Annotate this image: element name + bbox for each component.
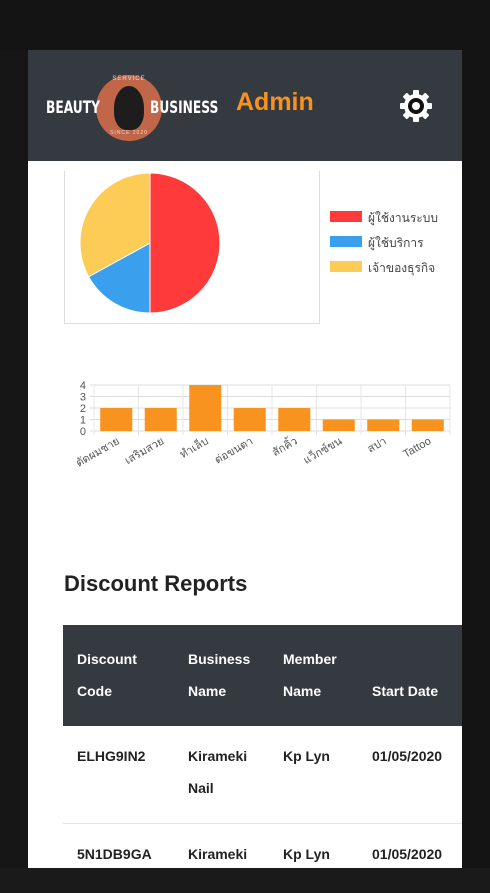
bar[interactable] <box>367 419 400 432</box>
table-row[interactable]: ELHG9IN2 Kirameki Nail Kp Lyn 01/05/2020 <box>63 726 462 824</box>
discount-reports-title: Discount Reports <box>64 571 248 596</box>
app-header: SERVICE SINCE 2020 BEAUTY BUSINESS Admin <box>28 50 462 161</box>
legend-swatch <box>330 211 362 222</box>
bar[interactable] <box>278 408 311 431</box>
pie-slice-1[interactable] <box>149 172 221 314</box>
header-member-name: Member Name <box>283 651 337 699</box>
bar[interactable] <box>411 419 444 432</box>
table-row[interactable]: 5N1DB9GA Kirameki Kp Lyn 01/05/2020 <box>63 824 462 868</box>
x-tick-label: Tattoo <box>401 435 433 460</box>
x-tick-label: แว็กซ์ขน <box>300 433 344 467</box>
cell-business-name: Kirameki Nail <box>188 748 248 796</box>
x-tick-label: ตัดผมชาย <box>74 435 122 469</box>
device-bezel-right <box>460 50 490 893</box>
header-start-date: Start Date <box>372 683 439 699</box>
logo-tagline-top: SERVICE <box>112 76 146 82</box>
bar[interactable] <box>100 408 133 431</box>
y-tick-label: 4 <box>80 380 86 392</box>
bar[interactable] <box>233 408 266 431</box>
gear-icon[interactable] <box>398 88 434 124</box>
bar[interactable] <box>144 408 177 431</box>
legend-swatch <box>330 261 362 272</box>
header-business-name: Business Name <box>188 651 251 699</box>
beauty-business-logo[interactable]: SERVICE SINCE 2020 BEAUTY BUSINESS <box>46 72 219 144</box>
x-tick-label: สักคิ้ว <box>269 433 300 459</box>
legend-swatch <box>330 236 362 247</box>
x-tick-label: สปา <box>366 435 389 455</box>
bar[interactable] <box>189 385 222 431</box>
device-bezel-left <box>0 50 28 893</box>
table-header: Discount Code Business Name Member Name Sta… <box>63 625 462 726</box>
cell-discount-code: ELHG9IN2 <box>77 748 146 764</box>
pie-chart <box>80 172 221 314</box>
page-title: Admin <box>236 88 314 116</box>
y-tick-label: 0 <box>80 426 86 438</box>
cell-member-name: Kp Lyn <box>283 748 330 764</box>
main-content: ผู้ใช้งานระบบผู้ใช้บริการเจ้าของธุรกิจ 4… <box>28 161 462 868</box>
y-tick-label: 3 <box>80 392 86 404</box>
logo-text-left: BEAUTY <box>46 98 100 118</box>
cell-start-date: 01/05/2020 <box>372 846 443 862</box>
x-tick-label: เสริมสวย <box>123 435 166 467</box>
bar[interactable] <box>322 419 355 432</box>
bar-chart: 43210ตัดผมชาย เสริมสวย ทำเล็บ ต่อขนตา สักคิ้… <box>74 380 451 470</box>
legend-label: เจ้าของธุรกิจ <box>368 261 436 275</box>
cell-member-name: Kp Lyn <box>283 846 330 862</box>
logo-silhouette <box>114 86 144 130</box>
y-tick-label: 2 <box>80 403 86 415</box>
cell-discount-code: 5N1DB9GA <box>77 846 152 862</box>
header-discount-code: Discount Code <box>77 651 137 699</box>
discount-table: Discount Code Business Name Member Name Sta… <box>63 625 462 868</box>
cell-start-date: 01/05/2020 <box>372 748 443 764</box>
device-bezel-bottom <box>0 868 490 893</box>
device-bezel-top <box>0 0 490 50</box>
cell-business-name: Kirameki <box>188 846 248 862</box>
x-tick-label: ต่อขนตา <box>213 435 255 466</box>
y-tick-label: 1 <box>80 415 86 427</box>
legend-label: ผู้ใช้บริการ <box>368 236 424 250</box>
legend-label: ผู้ใช้งานระบบ <box>368 211 438 225</box>
x-tick-label: ทำเล็บ <box>177 433 211 461</box>
logo-tagline-bottom: SINCE 2020 <box>110 130 148 136</box>
logo-text-right: BUSINESS <box>150 98 219 118</box>
